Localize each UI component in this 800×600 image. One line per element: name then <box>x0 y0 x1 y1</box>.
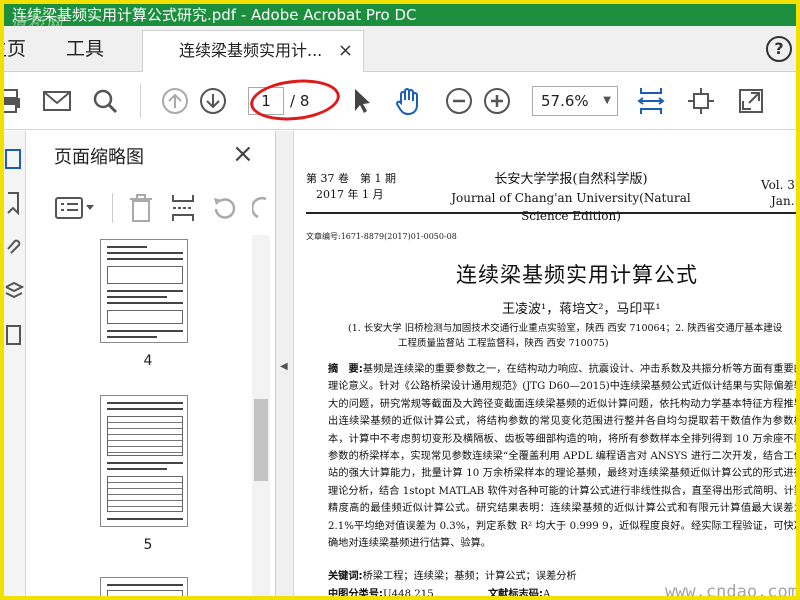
header-rule <box>306 212 796 214</box>
tab-tools[interactable]: 工具 <box>66 26 104 72</box>
thumbnail-page[interactable] <box>100 239 188 343</box>
panel-toolbar <box>26 187 275 231</box>
article-title: 连续梁基频实用计算公式 <box>456 263 698 287</box>
search-icon[interactable] <box>90 86 120 116</box>
delete-icon[interactable] <box>128 193 154 227</box>
hand-icon[interactable] <box>394 86 424 116</box>
volume-issue: 第 37 卷 第 1 期 <box>306 172 396 185</box>
main-toolbar: 1 / 8 57.6% ▼ <box>4 72 796 130</box>
class-label: 中图分类号: <box>328 589 384 600</box>
article-number: 文章编号:1671-8879(2017)01-0050-08 <box>306 232 457 241</box>
month-en: Jan. <box>771 194 795 208</box>
document-tab-label: 连续梁基频实用计... <box>179 41 323 60</box>
journal-issue: 第 37 卷 第 1 期 2017 年 1 月 <box>306 171 396 203</box>
close-panel-icon[interactable]: × <box>232 139 254 169</box>
abstract: 摘 要:基频是连续梁的重要参数之一，在结构动力响应、抗震设计、冲击系数及共振分析… <box>328 361 800 552</box>
document-view[interactable]: 第 37 卷 第 1 期 2017 年 1 月 长安大学学报(自然科学版) Jo… <box>294 131 800 600</box>
layers-icon[interactable] <box>4 279 25 303</box>
class-value: U448.215 <box>383 589 434 600</box>
window-title: 连续梁基频实用计算公式研究.pdf - Adobe Acrobat Pro DC <box>12 6 417 24</box>
app-window: 连续梁基频实用计算公式研究.pdf - Adobe Acrobat Pro DC… <box>0 0 800 600</box>
thumbnail-label: 4 <box>143 353 153 369</box>
chevron-down-icon: ▼ <box>603 95 611 106</box>
insert-pages-icon[interactable] <box>170 193 196 227</box>
page-down-icon[interactable] <box>198 86 228 116</box>
journal-name: 长安大学学报(自然科学版) Journal of Chang'an Univer… <box>436 171 706 225</box>
print-icon[interactable] <box>4 86 24 116</box>
tab-home[interactable]: 主页 <box>4 26 26 72</box>
site-watermark: www.cndao.com <box>664 582 798 600</box>
fit-width-icon[interactable] <box>636 86 666 116</box>
tab-bar: 主页 工具 连续梁基频实用计... × ? <box>4 26 796 72</box>
keywords-label: 关键词: <box>328 571 363 582</box>
left-tool-strip <box>4 131 26 596</box>
thumbnail-list: 4 ▲ 5 <box>26 235 275 596</box>
journal-name-en: Journal of Chang'an University(Natural S… <box>451 191 691 223</box>
email-icon[interactable] <box>42 86 72 116</box>
rotate-right-icon[interactable] <box>250 195 272 225</box>
rotate-left-icon[interactable] <box>210 195 238 225</box>
classification-number: 中图分类号:U448.215 <box>328 585 434 600</box>
docmark-label: 文献标志码: <box>488 589 544 600</box>
thumbnail-label: 5 <box>143 537 153 553</box>
keywords-text: 桥梁工程；连续梁；基频；计算公式；误差分析 <box>362 571 577 582</box>
red-annotation-ellipse <box>248 75 342 125</box>
thumbnail-page[interactable] <box>100 577 188 596</box>
close-tab-icon[interactable]: × <box>338 31 353 71</box>
journal-name-cn: 长安大学学报(自然科学版) <box>494 172 648 187</box>
tab-document[interactable]: 连续梁基频实用计... × <box>142 30 364 72</box>
scrollbar-thumb[interactable] <box>254 399 268 481</box>
thumbnail-options-icon[interactable] <box>54 195 96 225</box>
collapse-arrow-icon: ◀ <box>280 361 288 372</box>
select-arrow-icon[interactable] <box>346 86 376 116</box>
thumbnail-panel: 页面缩略图 × 4 5 <box>26 131 276 596</box>
keywords: 关键词:桥梁工程；连续梁；基频；计算公式；误差分析 <box>328 567 577 582</box>
affiliation: (1. 长安大学 旧桥检测与加固技术交通行业重点实验室，陕西 西安 710064… <box>348 321 796 351</box>
fullscreen-icon[interactable] <box>736 86 766 116</box>
authors: 王凌波¹，蒋培文²，马印平¹ <box>502 302 661 317</box>
page-thumbnails-icon[interactable] <box>4 147 24 171</box>
page-up-icon[interactable] <box>160 86 190 116</box>
panel-separator <box>112 193 113 223</box>
affiliation-line: (1. 长安大学 旧桥检测与加固技术交通行业重点实验室，陕西 西安 710064… <box>348 323 783 334</box>
document-icon[interactable] <box>4 323 24 347</box>
rotate-icon[interactable] <box>686 86 716 116</box>
thumbnail-page[interactable] <box>100 395 188 527</box>
zoom-value: 57.6% <box>541 92 589 110</box>
panel-title: 页面缩略图 <box>54 147 144 168</box>
document-mark: 文献标志码:A <box>488 585 551 600</box>
window-title-bar: 连续梁基频实用计算公式研究.pdf - Adobe Acrobat Pro DC <box>4 4 796 26</box>
volume-en: Vol. 37 <box>761 178 800 192</box>
issue-date: 2017 年 1 月 <box>316 188 384 201</box>
attachment-icon[interactable] <box>4 235 24 259</box>
docmark-value: A <box>543 589 551 600</box>
affiliation-line: 工程质量监督站 工程监督科，陕西 西安 710075) <box>398 338 609 349</box>
zoom-in-icon[interactable] <box>482 86 512 116</box>
zoom-out-icon[interactable] <box>444 86 474 116</box>
journal-volume-en: Vol. 37 Jan. <box>761 177 800 209</box>
abstract-text: 基频是连续梁的重要参数之一，在结构动力响应、抗震设计、冲击系数及共振分析等方面有… <box>328 364 800 550</box>
toolbar-separator <box>140 84 141 118</box>
bookmark-icon[interactable] <box>4 191 24 216</box>
abstract-label: 摘 要: <box>328 364 363 375</box>
help-icon[interactable]: ? <box>766 36 792 62</box>
panel-collapse-handle[interactable]: ◀ <box>276 131 294 596</box>
zoom-select[interactable]: 57.6% ▼ <box>532 86 618 116</box>
